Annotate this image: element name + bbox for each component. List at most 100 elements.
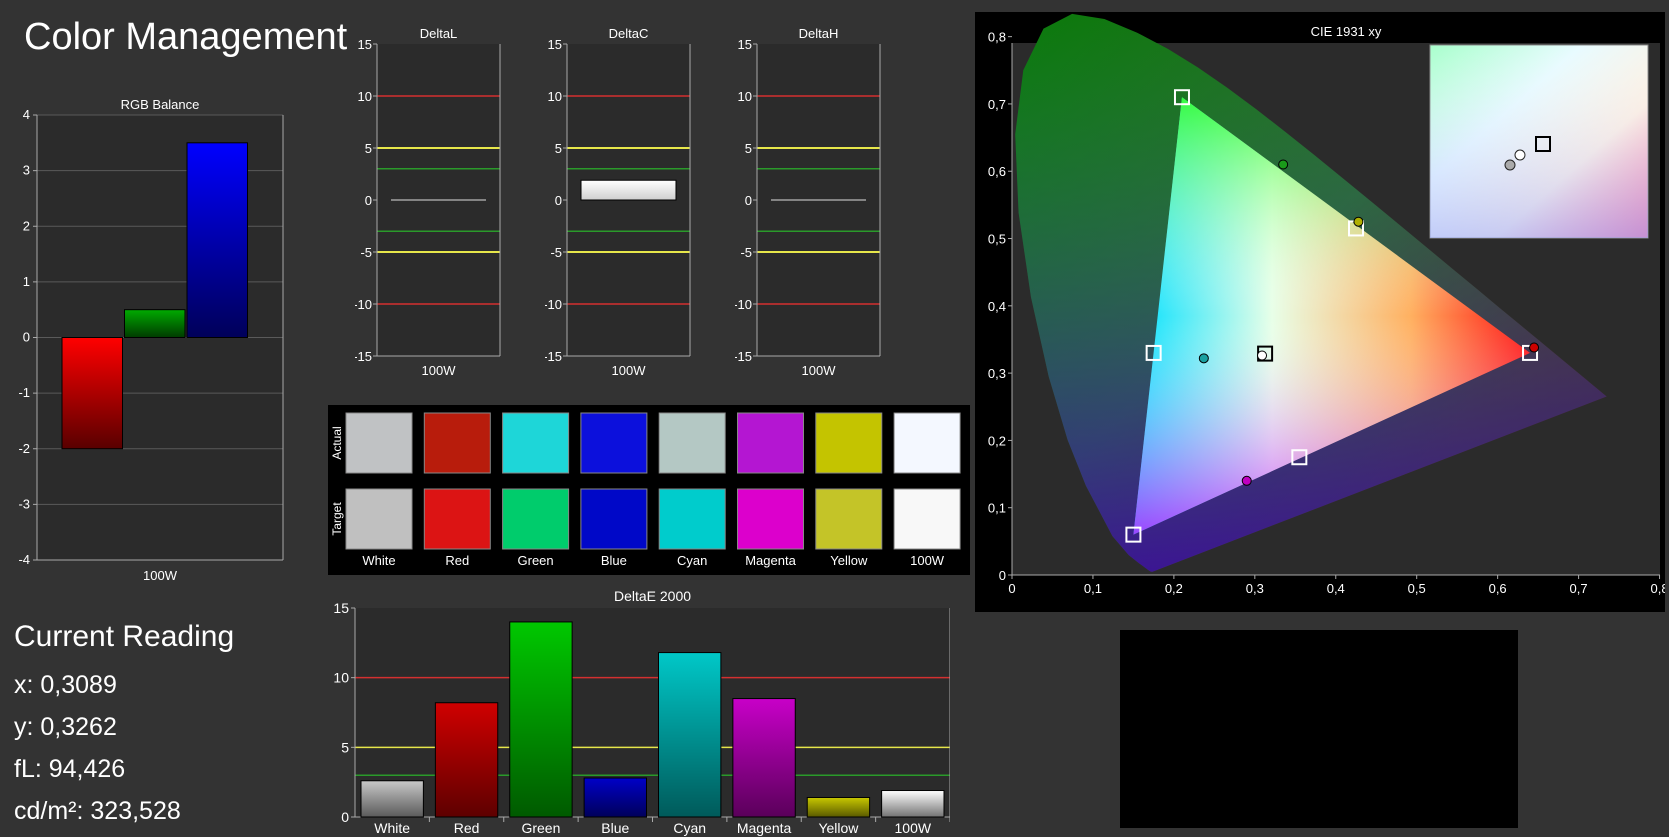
y-tick-label: 10: [333, 670, 349, 686]
x-tick-label: White: [374, 820, 410, 836]
y-tick-label: 2: [23, 218, 30, 233]
y-tick-label: 0,1: [988, 501, 1006, 516]
y-tick-label: 10: [548, 89, 562, 104]
color-swatch-panel: Actual Target White Red Green Blue Cyan Magenta…: [328, 405, 970, 575]
y-tick-label: -15: [355, 349, 372, 364]
y-tick-label: -3: [18, 496, 30, 511]
white-point-inset-shade: [1430, 45, 1648, 238]
measured-marker: [1529, 342, 1540, 353]
swatch-actual: [737, 412, 804, 474]
swatch-target: [893, 488, 961, 550]
y-tick-label: 0: [999, 568, 1006, 583]
row-label-target: Target: [330, 502, 344, 536]
swatch-label: Cyan: [677, 553, 707, 568]
x-tick-label: 100W: [422, 363, 457, 378]
x-tick-label: 0,6: [1489, 581, 1507, 596]
bar: [583, 777, 647, 818]
x-tick-label: 100W: [895, 820, 932, 836]
y-tick-label: -10: [735, 297, 752, 312]
swatch-actual: [658, 412, 726, 474]
x-tick-label: 0,4: [1327, 581, 1345, 596]
measured-marker: [1278, 159, 1289, 170]
y-tick-label: 0: [745, 193, 752, 208]
y-tick-label: -15: [735, 349, 752, 364]
reading-y: y: 0,3262: [14, 713, 117, 741]
x-tick-label: 0,1: [1084, 581, 1102, 596]
swatch-actual: [502, 412, 570, 474]
swatch-target: [502, 488, 570, 550]
chart-title: RGB Balance: [121, 97, 200, 112]
measured-marker: [1257, 350, 1268, 361]
measured-marker: [1353, 216, 1364, 227]
x-tick-label: Blue: [601, 820, 629, 836]
y-tick-label: 5: [341, 739, 349, 755]
delta-c-chart: DeltaC -15 -10 -5 0 5 10 15 100W: [545, 26, 691, 378]
delta-h-chart: DeltaH -15 -10 -5 0 5 10 15 100W: [735, 26, 881, 378]
x-tick-label: 100W: [143, 568, 178, 583]
y-tick-label: 0,2: [988, 433, 1006, 448]
x-tick-label: Red: [454, 820, 480, 836]
bar: [658, 652, 722, 818]
x-tick-label: 0,3: [1246, 581, 1264, 596]
bar: [580, 179, 677, 201]
swatch-label: Green: [518, 553, 554, 568]
x-tick-label: Green: [521, 820, 560, 836]
swatch-label: Blue: [601, 553, 627, 568]
swatch-actual: [580, 412, 648, 474]
cie-1931-chart: CIE 1931 xy 0 0,1 0,2 0,3 0,4 0,5 0,6 0,7 0,8 0 0,1…: [975, 12, 1665, 612]
delta-e-2000-chart: DeltaE 2000 0 5 10 15 White Red Green Blue Cyan Ma…: [333, 588, 950, 836]
y-tick-label: 4: [23, 107, 30, 122]
swatch-actual: [423, 412, 491, 474]
x-tick-label: 0,7: [1570, 581, 1588, 596]
swatch-actual: [345, 412, 413, 474]
swatch-target: [423, 488, 491, 550]
swatch-label: Yellow: [830, 553, 868, 568]
x-tick-label: 0,8: [1650, 581, 1665, 596]
bar: [186, 142, 248, 338]
swatch-label: Magenta: [745, 553, 796, 568]
swatch-label: Red: [445, 553, 469, 568]
y-tick-label: -2: [18, 441, 30, 456]
x-tick-label: 100W: [612, 363, 647, 378]
delta-l-chart: DeltaL -15 -10 -5 0 5 10 15 100W: [355, 26, 501, 378]
x-tick-label: 100W: [802, 363, 837, 378]
y-tick-label: -10: [355, 297, 372, 312]
reading-cdm2: cd/m²: 323,528: [14, 797, 181, 825]
bar: [732, 698, 796, 818]
swatch-target: [815, 488, 883, 550]
y-tick-label: 0,8: [988, 30, 1006, 45]
y-tick-label: 10: [738, 89, 752, 104]
bar: [124, 309, 186, 338]
reading-x: x: 0,3089: [14, 671, 117, 699]
swatch-target: [345, 488, 413, 550]
inset-measured-marker: [1504, 159, 1516, 171]
current-reading-heading: Current Reading: [14, 620, 235, 653]
y-tick-label: -4: [18, 552, 30, 567]
bar: [509, 621, 573, 818]
y-tick-label: 0: [341, 809, 349, 825]
chart-title: DeltaE 2000: [614, 588, 691, 604]
y-tick-label: 15: [333, 600, 349, 616]
swatch-actual: [815, 412, 883, 474]
swatch-target: [658, 488, 726, 550]
chart-title: DeltaH: [799, 26, 839, 41]
chart-title: DeltaL: [420, 26, 458, 41]
y-tick-label: 1: [23, 274, 30, 289]
inset-measured-marker: [1514, 149, 1526, 161]
x-tick-label: Magenta: [737, 820, 792, 836]
swatch-target: [580, 488, 648, 550]
bar: [360, 780, 424, 818]
x-tick-label: 0: [1008, 581, 1015, 596]
y-tick-label: 5: [365, 141, 372, 156]
measured-marker: [1198, 353, 1209, 364]
y-tick-label: -10: [545, 297, 562, 312]
rgb-balance-chart: RGB Balance -4 -3 -2 -1 0 1 2 3 4 100W: [18, 97, 284, 583]
y-tick-label: -5: [740, 245, 752, 260]
swatch-label: 100W: [910, 553, 945, 568]
bar: [434, 702, 499, 818]
reading-fl: fL: 94,426: [14, 755, 126, 783]
y-tick-label: 0: [365, 193, 372, 208]
chart-title: DeltaC: [609, 26, 649, 41]
bar: [61, 337, 123, 450]
y-tick-label: -15: [545, 349, 562, 364]
